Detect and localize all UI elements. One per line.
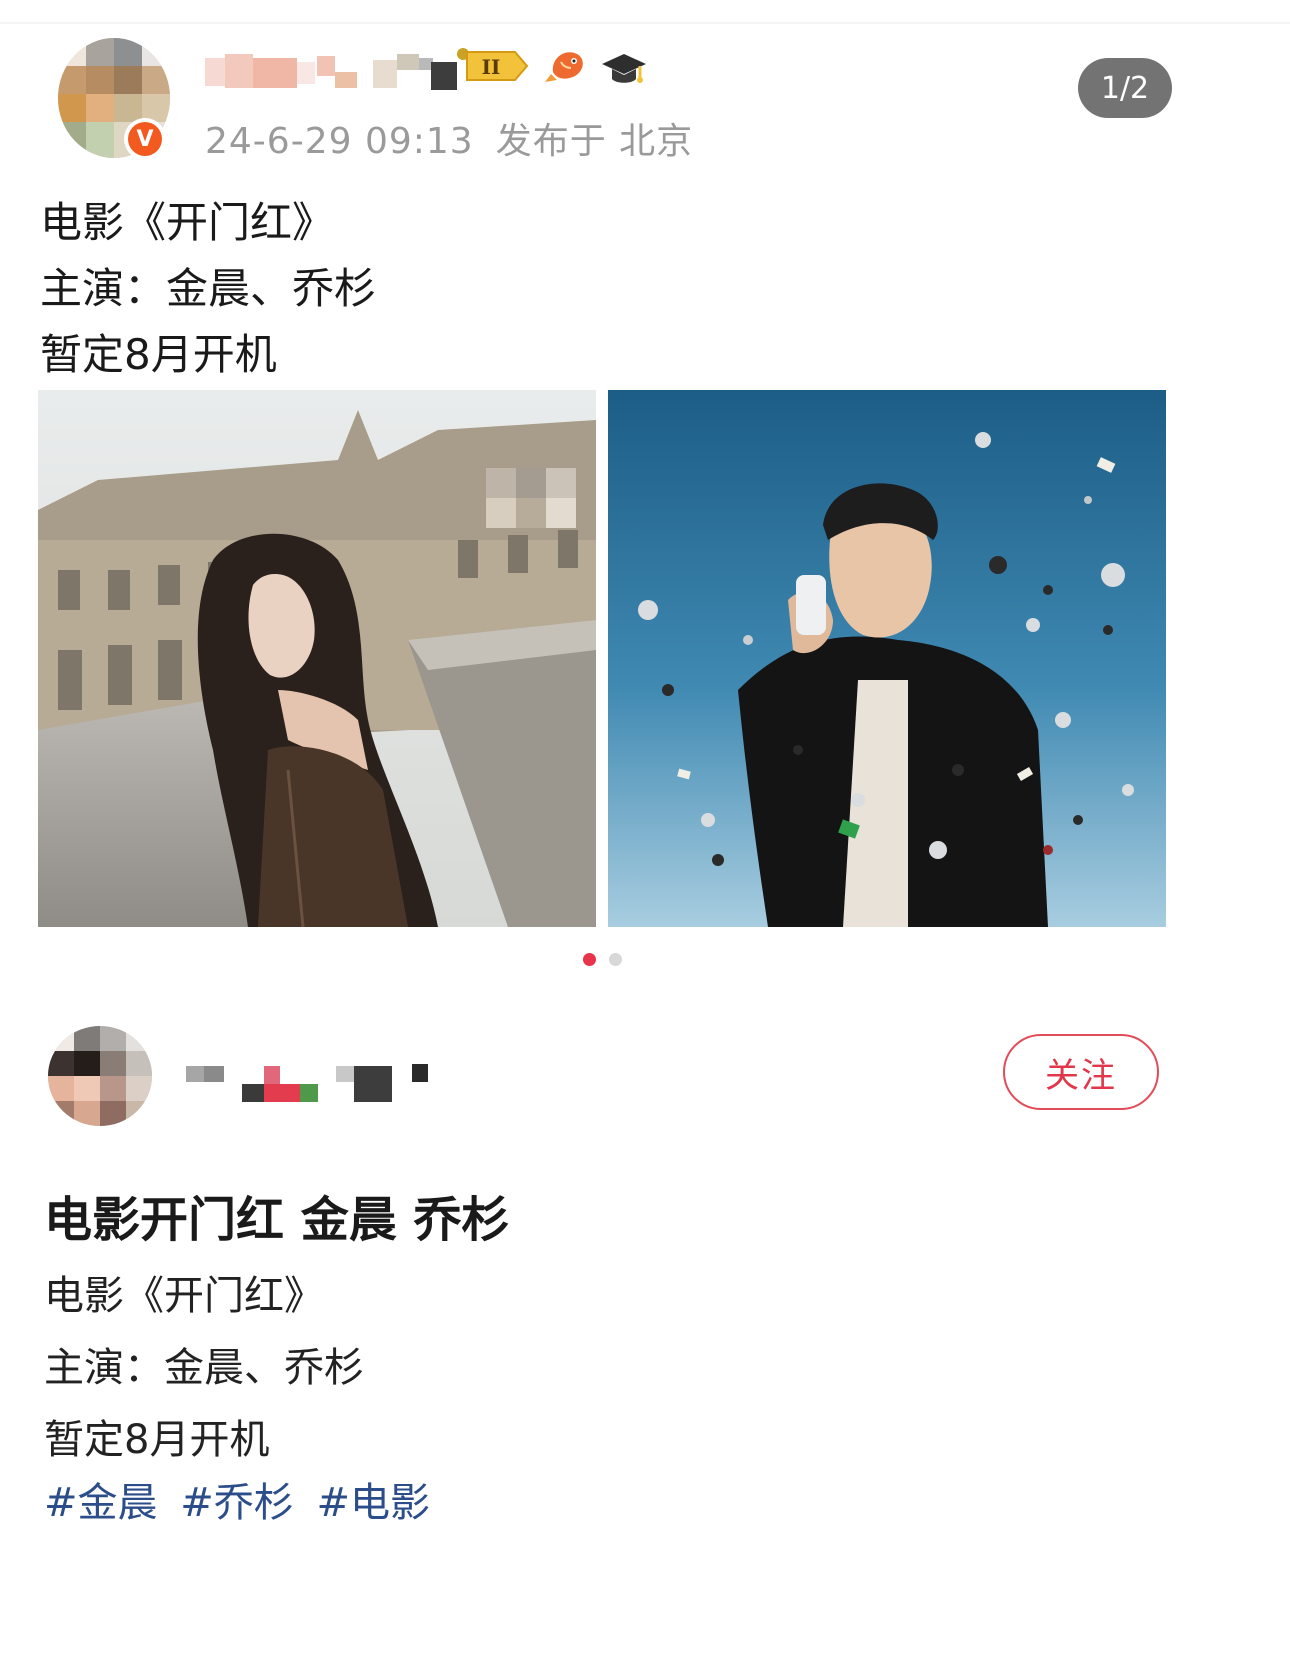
post-body: 电影《开门红》 主演：金晨、乔杉 暂定8月开机 bbox=[40, 190, 376, 388]
follow-button[interactable]: 关注 bbox=[1003, 1034, 1159, 1110]
post-timestamp: 24-6-29 09:13 bbox=[205, 121, 474, 162]
level-badge-icon: II bbox=[457, 48, 529, 81]
hashtag-link[interactable]: #电影 bbox=[316, 1480, 430, 1526]
verified-badge: V bbox=[124, 118, 166, 160]
post-line: 主演：金晨、乔杉 bbox=[40, 264, 377, 313]
article-line: 主演：金晨、乔杉 bbox=[44, 1345, 364, 1391]
carousel-dot-active[interactable] bbox=[583, 953, 596, 966]
hashtag-link[interactable]: #乔杉 bbox=[180, 1480, 294, 1526]
verified-v-icon: V bbox=[128, 122, 162, 156]
level-badge-text: II bbox=[482, 55, 501, 79]
article-line: 暂定8月开机 bbox=[44, 1417, 270, 1463]
article-body: 电影《开门红》 主演：金晨、乔杉 暂定8月开机 bbox=[44, 1260, 364, 1476]
article-line: 电影《开门红》 bbox=[44, 1273, 324, 1319]
carousel-dot[interactable] bbox=[609, 953, 622, 966]
avatar-blurred-image bbox=[48, 1026, 152, 1126]
username-blurred[interactable] bbox=[205, 52, 467, 94]
post-line: 电影《开门红》 bbox=[40, 198, 335, 247]
hashtag-list: #金晨 #乔杉 #电影 bbox=[44, 1470, 440, 1528]
post-line: 暂定8月开机 bbox=[40, 330, 277, 379]
article-title: 电影开门红 金晨 乔杉 bbox=[44, 1192, 510, 1248]
hashtag-link[interactable]: #金晨 bbox=[44, 1480, 158, 1526]
top-divider bbox=[0, 22, 1290, 24]
photo-woman-street bbox=[38, 390, 596, 927]
post-meta: 24-6-29 09:13 发布于 北京 bbox=[205, 112, 693, 164]
post-location: 发布于 北京 bbox=[495, 121, 694, 162]
photo-man-confetti bbox=[608, 390, 1166, 927]
post-image-2[interactable] bbox=[608, 390, 1166, 927]
graduation-cap-icon bbox=[602, 54, 646, 83]
author-avatar[interactable] bbox=[48, 1026, 152, 1126]
post-image-1[interactable] bbox=[38, 390, 596, 927]
fish-icon bbox=[545, 52, 583, 82]
author-name-blurred[interactable] bbox=[186, 1060, 436, 1104]
image-page-indicator[interactable]: 1/2 bbox=[1078, 58, 1172, 118]
